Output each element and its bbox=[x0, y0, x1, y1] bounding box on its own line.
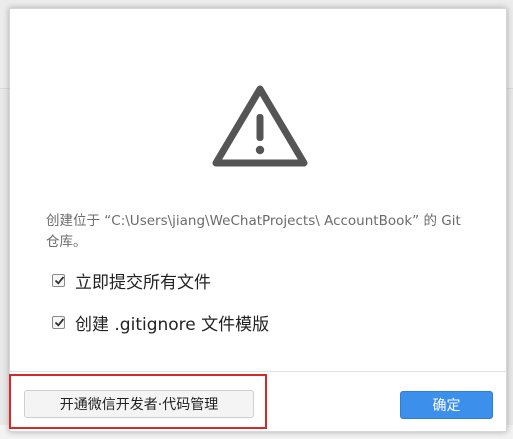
warning-triangle-icon bbox=[212, 85, 308, 167]
check-icon bbox=[54, 276, 65, 285]
option-commit-all-files[interactable]: 立即提交所有文件 bbox=[52, 268, 211, 293]
option-create-gitignore[interactable]: 创建 .gitignore 文件模版 bbox=[52, 310, 269, 335]
git-init-dialog: 创建位于 “C:\Users\jiang\WeChatProjects\ Acc… bbox=[9, 8, 507, 432]
dialog-message: 创建位于 “C:\Users\jiang\WeChatProjects\ Acc… bbox=[46, 213, 461, 250]
option-label: 立即提交所有文件 bbox=[75, 273, 211, 293]
confirm-button[interactable]: 确定 bbox=[400, 391, 493, 419]
option-label: 创建 .gitignore 文件模版 bbox=[75, 315, 270, 335]
check-icon bbox=[54, 318, 65, 327]
commit-all-checkbox[interactable] bbox=[52, 274, 65, 287]
gitignore-checkbox[interactable] bbox=[52, 316, 65, 329]
footer-divider bbox=[10, 371, 506, 372]
enable-code-management-button[interactable]: 开通微信开发者·代码管理 bbox=[24, 390, 254, 418]
